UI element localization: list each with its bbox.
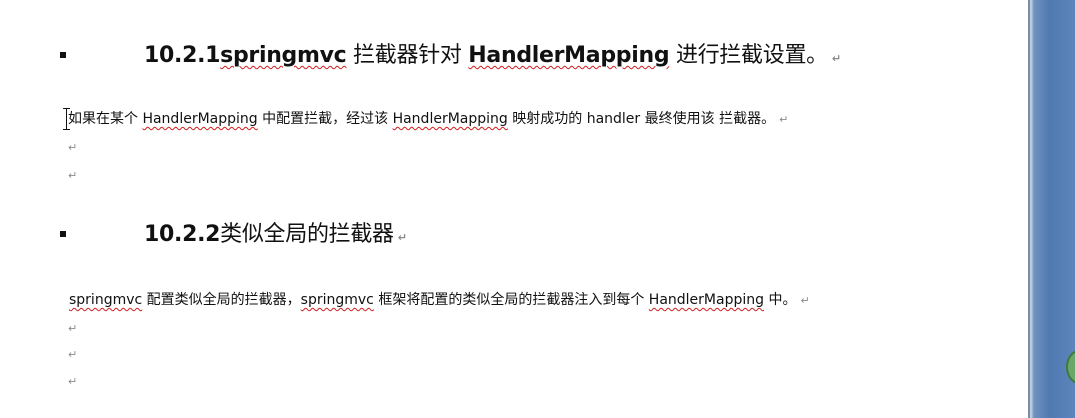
list-bullet bbox=[60, 231, 66, 237]
paragraph-mark: ↵ bbox=[779, 113, 789, 126]
paragraph-mark: ↵ bbox=[397, 231, 407, 244]
heading-text-segment: 拦截器针对 bbox=[346, 43, 469, 68]
empty-paragraph-mark: ↵ bbox=[68, 169, 78, 182]
document-page[interactable]: 10.2.1springmvc 拦截器针对 HandlerMapping 进行拦… bbox=[0, 0, 1028, 418]
empty-paragraph-mark: ↵ bbox=[68, 375, 78, 388]
heading-number: 10.2.2 bbox=[144, 222, 221, 247]
body-text-segment: 框架将配置的类似全局的拦截器注入到每个 bbox=[373, 292, 649, 308]
heading-term-springmvc: springmvc bbox=[220, 43, 347, 68]
body-paragraph-1[interactable]: 如果在某个 HandlerMapping 中配置拦截，经过该 HandlerMa… bbox=[68, 109, 788, 130]
body-text-segment: 中。 bbox=[764, 292, 797, 308]
body-text-segment: 中配置拦截，经过该 bbox=[257, 111, 393, 127]
body-paragraph-2[interactable]: springmvc 配置类似全局的拦截器，springmvc 框架将配置的类似全… bbox=[69, 290, 810, 311]
heading-number: 10.2.1 bbox=[144, 43, 221, 68]
paragraph-mark: ↵ bbox=[800, 294, 810, 307]
empty-paragraph-mark: ↵ bbox=[68, 348, 78, 361]
paragraph-mark: ↵ bbox=[831, 52, 841, 65]
heading-text-segment: 进行拦截设置。 bbox=[669, 43, 828, 68]
window-border bbox=[1028, 0, 1030, 418]
body-term-springmvc: springmvc bbox=[300, 292, 374, 308]
body-term-handlermapping: HandlerMapping bbox=[392, 111, 508, 127]
body-term-springmvc: springmvc bbox=[69, 292, 143, 308]
text-cursor bbox=[63, 108, 70, 130]
list-bullet bbox=[60, 52, 66, 58]
heading-term-handlermapping: HandlerMapping bbox=[468, 43, 670, 68]
body-text-segment: 映射成功的 handler 最终使用该 拦截器。 bbox=[507, 111, 776, 127]
empty-paragraph-mark: ↵ bbox=[68, 322, 78, 335]
body-term-handlermapping: HandlerMapping bbox=[142, 111, 258, 127]
body-text-segment: 如果在某个 bbox=[68, 111, 143, 127]
body-text-segment: 配置类似全局的拦截器， bbox=[142, 292, 301, 308]
empty-paragraph-mark: ↵ bbox=[68, 141, 78, 154]
heading-text-segment: 类似全局的拦截器 bbox=[220, 222, 394, 247]
body-term-handlermapping: HandlerMapping bbox=[648, 292, 765, 308]
